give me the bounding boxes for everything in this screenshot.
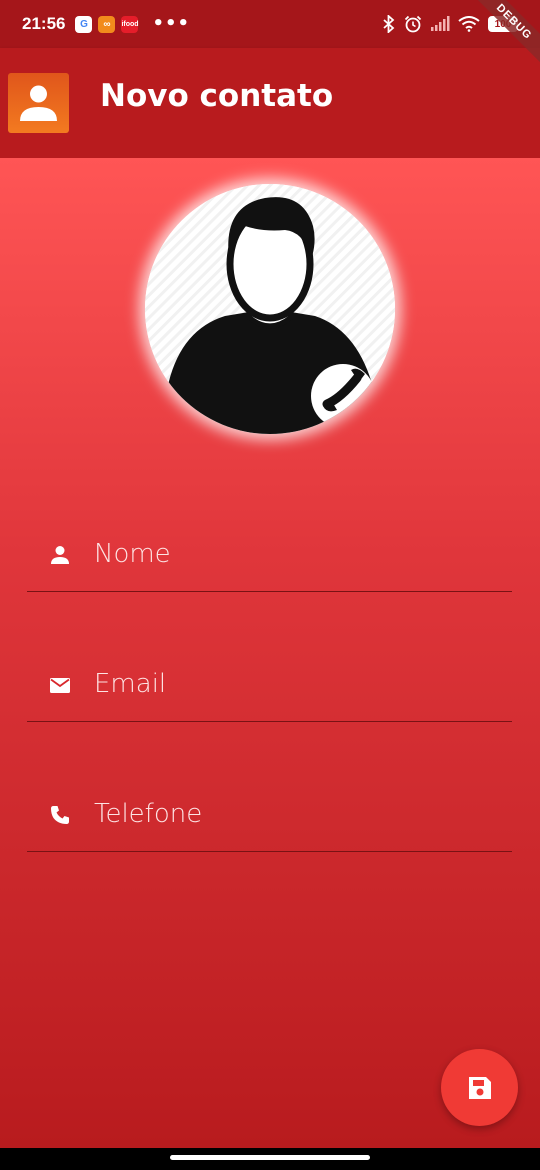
page-title: Novo contato: [100, 78, 334, 114]
email-field: [27, 652, 512, 722]
phone-icon: [51, 806, 69, 824]
orange-app-notification-icon: ∞: [98, 15, 116, 33]
wifi-icon: [458, 16, 480, 32]
more-notifications-icon: •••: [152, 13, 190, 34]
save-icon: [468, 1076, 491, 1099]
status-bar: 21:56 G ∞ ifood ••• 100 DEBUG: [0, 0, 540, 72]
person-icon: [51, 546, 69, 564]
status-time: 21:56: [22, 14, 66, 33]
ifood-notification-icon: ifood: [121, 15, 139, 33]
default-contact-avatar-icon: [145, 184, 395, 434]
email-input[interactable]: [94, 662, 494, 706]
google-notification-icon: G: [75, 15, 93, 33]
alarm-icon: [404, 15, 422, 33]
email-icon: [50, 678, 70, 693]
contact-person-icon: [8, 73, 69, 133]
home-gesture-handle[interactable]: [170, 1155, 370, 1160]
phone-input[interactable]: [94, 792, 494, 836]
new-contact-form: [0, 158, 540, 1148]
system-navigation-bar: [0, 1148, 540, 1170]
name-input[interactable]: [94, 532, 494, 576]
phone-field: [27, 782, 512, 852]
name-field: [27, 522, 512, 592]
save-contact-button[interactable]: [441, 1049, 518, 1126]
signal-icon: [431, 16, 450, 31]
bluetooth-icon: [383, 15, 395, 33]
contact-photo-picker[interactable]: [145, 184, 395, 434]
app-bar: Novo contato: [0, 48, 540, 158]
